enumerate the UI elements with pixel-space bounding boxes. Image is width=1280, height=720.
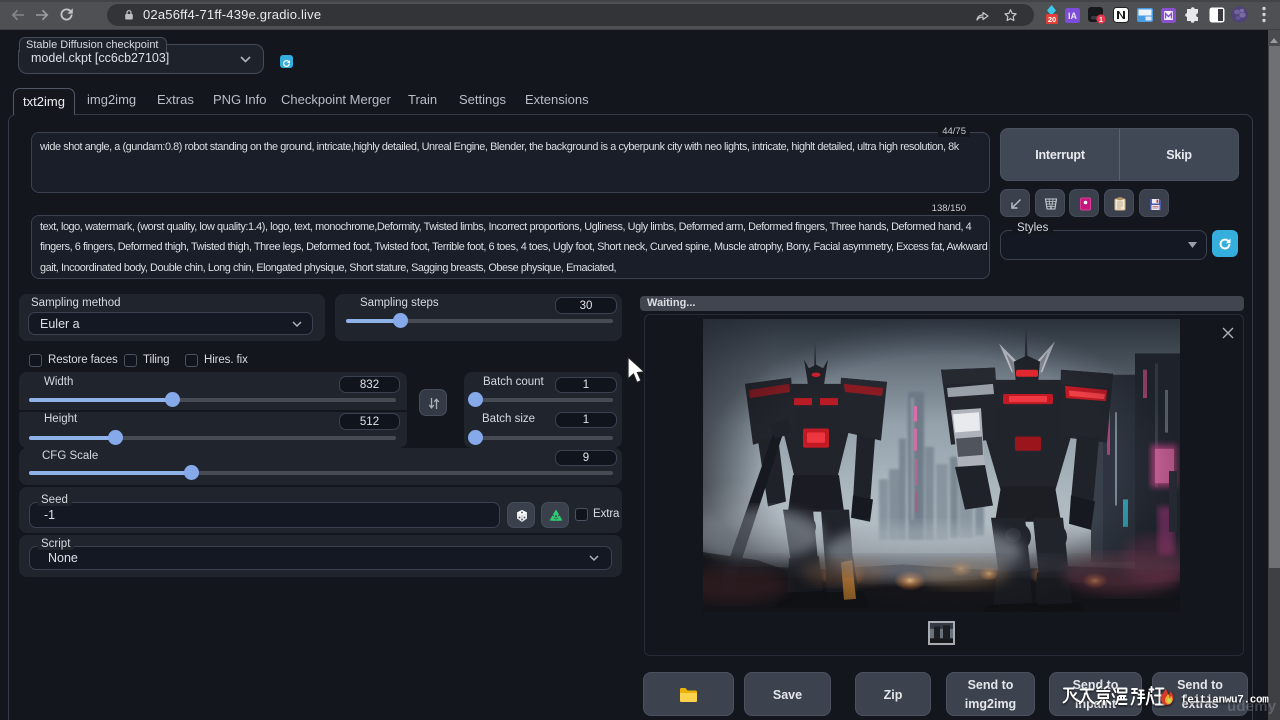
svg-text:20: 20 [1048,15,1056,24]
svg-text:IA: IA [1068,11,1078,21]
svg-text:feitianwu7.com: feitianwu7.com [1181,695,1269,707]
svg-text:1: 1 [1099,17,1103,24]
